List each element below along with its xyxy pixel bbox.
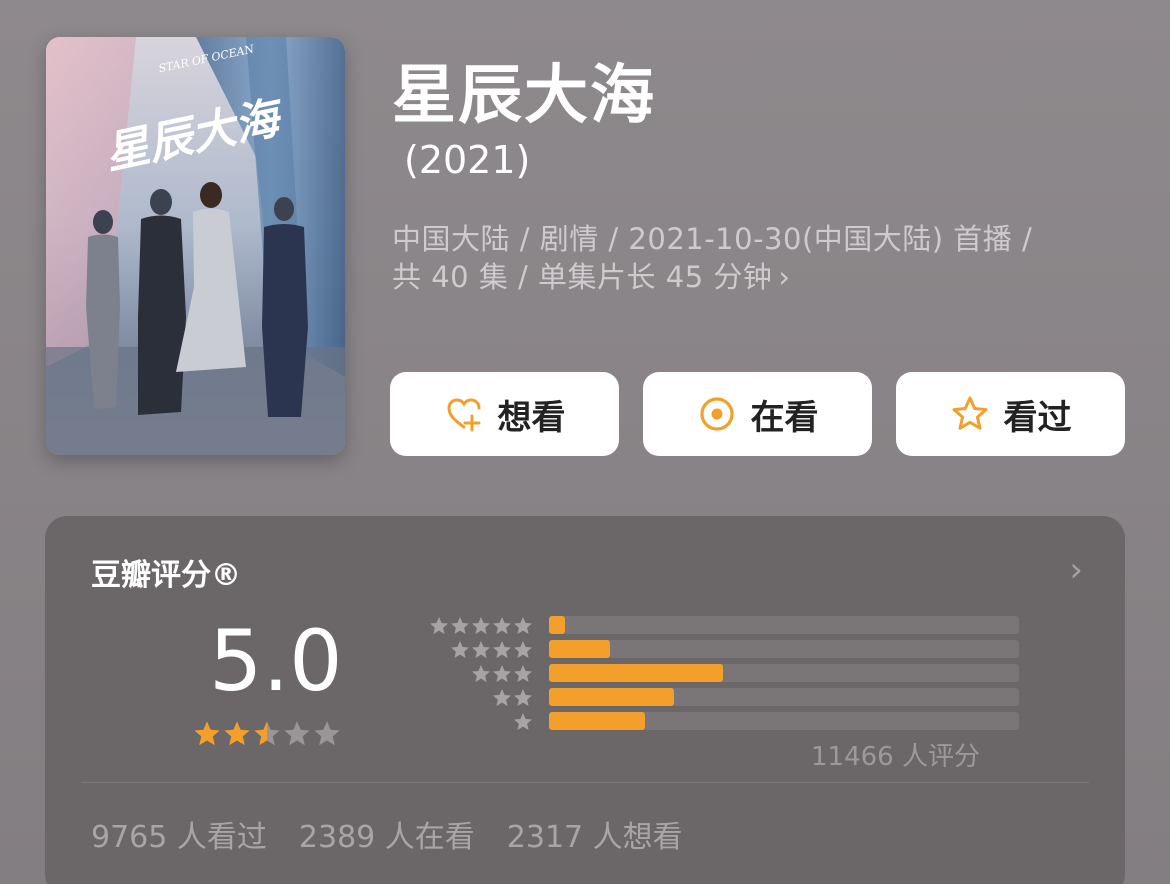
watched-button[interactable]: 看过 [896,372,1125,456]
star-icon [493,617,511,634]
star-icon [224,721,250,746]
star-icon [493,665,511,682]
poster-image[interactable]: 星辰大海 STAR OF OCEAN [46,37,345,455]
watched-count: 9765 人看过 [91,820,267,855]
star-icon [430,617,448,634]
page-title: 星辰大海 [392,59,656,133]
want-count: 2317 人想看 [506,820,683,855]
star-icon [493,641,511,658]
movie-detail-page: 星辰大海 STAR OF OCEAN 星辰大海 (2021) 中国大陆 / 剧情… [0,0,1170,884]
star-icon [514,617,532,634]
dist-bar-track [549,616,1019,634]
star-icon [472,641,490,658]
dist-bar-fill-5 [549,616,566,634]
dist-stars-3 [383,664,533,684]
star-icon [514,665,532,682]
star-icon [514,689,532,706]
star-icon [194,721,220,746]
dist-stars-2 [383,688,533,708]
dist-bar-track [549,640,1019,658]
rating-stars [193,720,341,748]
chevron-right-icon: › [778,260,791,294]
star-icon [514,641,532,658]
star-outline-icon [952,396,987,430]
star-icon [284,721,310,746]
meta-info[interactable]: 中国大陆 / 剧情 / 2021-10-30(中国大陆) 首播 / 共 40 集… [392,220,1132,296]
want-to-watch-button[interactable]: 想看 [390,372,619,456]
rating-card[interactable]: 豆瓣评分® › 5.0 11466 人评分 9765 人看过 2389 人在看 … [45,516,1125,884]
chevron-right-icon: › [1069,550,1083,590]
star-icon [314,721,340,746]
star-icon [472,665,490,682]
dist-bar-fill-3 [549,664,723,682]
divider [81,782,1089,783]
star-icon [451,617,469,634]
dist-bar-fill-4 [549,640,611,658]
meta-line-1: 中国大陆 / 剧情 / 2021-10-30(中国大陆) 首播 / [392,222,1033,256]
dist-bar-fill-2 [549,688,674,706]
star-icon [472,617,490,634]
star-icon [493,689,511,706]
star-icon [514,713,532,730]
meta-line-2-text: 共 40 集 / 单集片长 45 分钟 [392,260,773,294]
dist-bar-fill-1 [549,712,646,730]
dist-stars-4 [383,640,533,660]
heart-plus-icon [446,398,480,432]
watching-button[interactable]: 在看 [643,372,872,456]
release-year: (2021) [404,138,531,182]
action-buttons: 想看 在看 看过 [390,372,1125,456]
meta-line-2: 共 40 集 / 单集片长 45 分钟 › [392,258,1132,296]
watching-label: 在看 [750,397,819,438]
dist-stars-5 [383,616,533,636]
watched-label: 看过 [1003,397,1072,438]
want-label: 想看 [497,397,566,438]
watching-count: 2389 人在看 [298,820,475,855]
dist-bar-track [549,712,1019,730]
star-icon [254,721,280,746]
dist-stars-1 [383,712,533,732]
poster-art: 星辰大海 STAR OF OCEAN [46,37,345,455]
rater-count: 11466 人评分 [811,742,980,772]
rating-title: 豆瓣评分® [91,558,241,593]
star-icon [451,641,469,658]
rating-score: 5.0 [209,612,343,710]
dist-bar-track [549,664,1019,682]
target-icon [699,397,734,431]
watch-stats: 9765 人看过 2389 人在看 2317 人想看 [91,812,683,856]
dist-bar-track [549,688,1019,706]
